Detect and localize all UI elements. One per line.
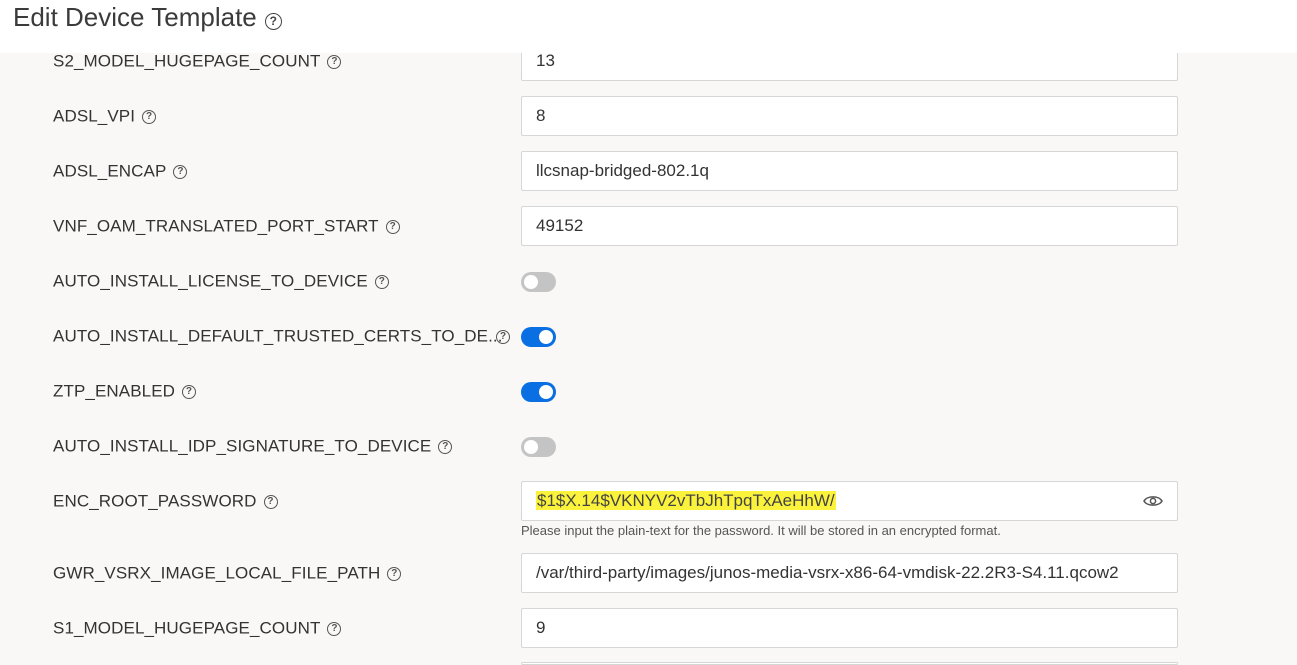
field-label: AUTO_INSTALL_DEFAULT_TRUSTED_CERTS_TO_DE… (53, 326, 503, 346)
field-label: GWR_VSRX_IMAGE_LOCAL_FILE_PATH? (53, 563, 402, 584)
enc-root-password-input[interactable]: $1$X.14$VKNYV2vTbJhTpqTxAeHhW/ (521, 481, 1178, 521)
help-icon[interactable]: ? (182, 384, 197, 399)
field-label: ADSL_ENCAP? (53, 161, 188, 182)
adsl-vpi-input[interactable]: 8 (521, 96, 1178, 136)
toggle-knob (539, 385, 553, 399)
adsl-encap-input[interactable]: llcsnap-bridged-802.1q (521, 151, 1178, 191)
toggle-knob (524, 440, 538, 454)
ztp-enabled-toggle[interactable] (521, 382, 556, 402)
page-header: Edit Device Template? (0, 0, 1297, 53)
gwr-vsrx-image-path-input[interactable]: /var/third-party/images/junos-media-vsrx… (521, 553, 1178, 593)
help-icon[interactable]: ? (387, 566, 402, 581)
field-label: AUTO_INSTALL_IDP_SIGNATURE_TO_DEVICE? (53, 436, 453, 457)
field-label: ZTP_ENABLED? (53, 381, 197, 402)
help-icon[interactable]: ? (374, 274, 389, 289)
help-icon[interactable]: ? (385, 219, 400, 234)
field-label: S1_MODEL_HUGEPAGE_COUNT? (53, 618, 342, 639)
help-icon[interactable]: ? (496, 330, 510, 344)
help-icon[interactable]: ? (438, 439, 453, 454)
vnf-oam-port-input[interactable]: 49152 (521, 206, 1178, 246)
toggle-knob (539, 330, 553, 344)
s1-hugepage-count-input[interactable]: 9 (521, 608, 1178, 648)
field-label: VNF_OAM_TRANSLATED_PORT_START? (53, 216, 400, 237)
password-value: $1$X.14$VKNYV2vTbJhTpqTxAeHhW/ (536, 491, 836, 510)
help-icon[interactable]: ? (264, 13, 282, 30)
help-icon[interactable]: ? (142, 109, 157, 124)
field-label: S2_MODEL_HUGEPAGE_COUNT? (53, 51, 342, 72)
help-icon[interactable]: ? (327, 54, 342, 69)
auto-install-license-toggle[interactable] (521, 272, 556, 292)
auto-install-certs-toggle[interactable] (521, 327, 556, 347)
field-label: ADSL_VPI? (53, 106, 157, 127)
help-icon[interactable]: ? (263, 494, 278, 509)
field-label: AUTO_INSTALL_LICENSE_TO_DEVICE? (53, 271, 389, 292)
field-label: ENC_ROOT_PASSWORD? (53, 491, 278, 512)
page-title: Edit Device Template? (13, 0, 282, 34)
password-hint: Please input the plain-text for the pass… (521, 523, 1001, 538)
eye-icon[interactable] (1143, 493, 1163, 509)
auto-install-idp-toggle[interactable] (521, 437, 556, 457)
toggle-knob (524, 275, 538, 289)
help-icon[interactable]: ? (327, 621, 342, 636)
help-icon[interactable]: ? (173, 164, 188, 179)
